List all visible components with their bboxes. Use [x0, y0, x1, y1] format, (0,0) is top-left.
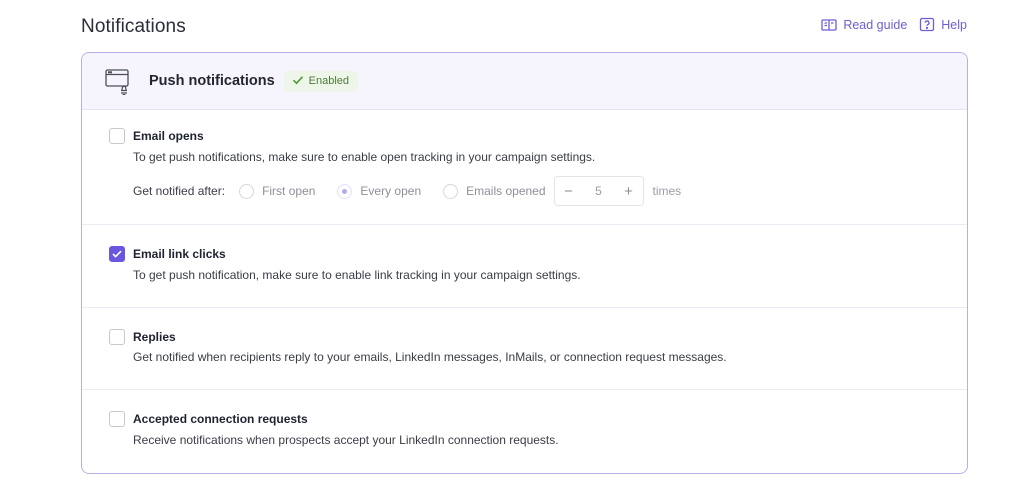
notify-row: Get notified after: First open Every ope… — [133, 176, 681, 206]
book-icon — [821, 18, 837, 32]
email-link-clicks-checkbox[interactable] — [109, 246, 125, 262]
radio-every-open[interactable]: Every open — [337, 183, 422, 199]
email-opens-description: To get push notifications, make sure to … — [133, 150, 596, 164]
card-header: Push notifications Enabled — [82, 53, 967, 110]
email-opens-checkbox[interactable] — [109, 128, 125, 144]
radio-circle-selected — [337, 183, 353, 199]
email-link-clicks-description: To get push notification, make sure to e… — [133, 268, 581, 282]
push-notifications-card: Push notifications Enabled Email opens T… — [81, 52, 968, 474]
radio-label: Every open — [360, 184, 422, 198]
accepted-connection-requests-title: Accepted connection requests — [133, 412, 308, 426]
stepper-value[interactable]: 5 — [595, 184, 602, 198]
card-title: Push notifications — [149, 73, 275, 89]
read-guide-label: Read guide — [843, 18, 908, 32]
page-title: Notifications — [81, 16, 186, 37]
status-badge-label: Enabled — [308, 75, 350, 87]
radio-circle — [443, 183, 459, 199]
header-links: Read guide Help — [821, 17, 967, 33]
quantity-stepper[interactable]: − 5 + — [553, 176, 644, 206]
notifications-page: Notifications Read guide Help Push notif… — [0, 0, 1024, 503]
checkmark-icon — [112, 245, 122, 263]
plus-button[interactable]: + — [623, 183, 635, 200]
replies-description: Get notified when recipients reply to yo… — [133, 350, 727, 364]
email-opens-title: Email opens — [133, 129, 204, 143]
radio-label: Emails opened — [466, 184, 546, 198]
radio-circle — [239, 183, 255, 199]
replies-checkbox[interactable] — [109, 329, 125, 345]
accepted-connection-requests-description: Receive notifications when prospects acc… — [133, 433, 559, 447]
help-icon — [919, 17, 935, 33]
status-badge: Enabled — [283, 70, 359, 92]
help-link[interactable]: Help — [919, 17, 967, 33]
email-link-clicks-title: Email link clicks — [133, 247, 226, 261]
minus-button[interactable]: − — [563, 183, 575, 200]
section-accepted-connection-requests: Accepted connection requests Receive not… — [82, 390, 967, 473]
help-label: Help — [941, 18, 967, 32]
accepted-connection-requests-checkbox[interactable] — [109, 411, 125, 427]
times-label: times — [652, 184, 682, 198]
radio-label: First open — [262, 184, 316, 198]
radio-first-open[interactable]: First open — [239, 183, 316, 199]
browser-bell-icon — [104, 67, 132, 96]
section-replies: Replies Get notified when recipients rep… — [82, 308, 967, 390]
notify-label: Get notified after: — [133, 184, 226, 198]
radio-emails-opened[interactable]: Emails opened — [443, 183, 546, 199]
read-guide-link[interactable]: Read guide — [821, 18, 907, 32]
section-email-opens: Email opens To get push notifications, m… — [82, 110, 967, 225]
section-email-link-clicks: Email link clicks To get push notificati… — [82, 225, 967, 308]
replies-title: Replies — [133, 330, 176, 344]
check-icon — [292, 75, 304, 88]
